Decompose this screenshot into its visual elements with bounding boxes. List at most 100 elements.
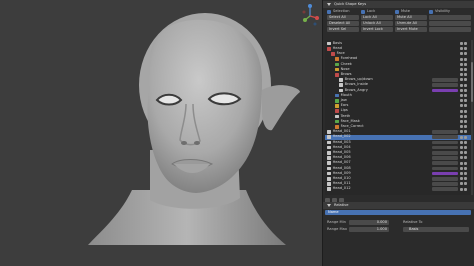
visibility-icon[interactable] [464,151,467,155]
shape-key-row[interactable]: Head_012 [325,187,471,192]
lock-icon[interactable] [460,88,463,92]
shape-key-value-slider[interactable] [432,176,458,181]
visibility-button-2[interactable] [429,21,471,26]
visibility-icon[interactable] [464,68,467,72]
visibility-icon[interactable] [464,47,467,51]
visibility-icon[interactable] [464,130,467,134]
invert-selection-button[interactable]: Invert Sel [327,27,359,32]
lock-icon[interactable] [460,177,463,181]
lock-icon[interactable] [460,156,463,160]
visibility-icon[interactable] [464,182,467,186]
shape-key-value-slider[interactable] [432,135,458,139]
visibility-icon[interactable] [464,99,467,103]
visibility-icon[interactable] [464,146,467,150]
visibility-icon[interactable] [464,88,467,92]
shape-key-value-slider[interactable] [432,83,458,87]
lock-icon[interactable] [460,166,463,170]
shape-key-value-slider[interactable] [432,140,458,145]
shape-key-value-slider[interactable] [432,150,458,155]
name-field[interactable]: Name [325,210,471,215]
lock-icon[interactable] [460,83,463,87]
lock-icon[interactable] [460,78,463,82]
lock-icon[interactable] [460,47,463,51]
shape-key-value-slider[interactable] [432,88,458,93]
lock-all-button[interactable]: Lock All [361,15,393,20]
relative-section-header[interactable]: Relative [323,202,474,209]
lock-icon[interactable] [460,182,463,186]
unmute-all-button[interactable]: Unmute All [395,21,427,26]
visibility-icon[interactable] [464,104,467,108]
visibility-icon[interactable] [464,109,467,113]
visibility-icon[interactable] [464,42,467,46]
visibility-icon[interactable] [464,52,467,56]
shape-key-value-slider[interactable] [432,145,458,150]
gizmo-axes-icon[interactable] [300,4,320,28]
lock-icon[interactable] [460,42,463,46]
visibility-icon[interactable] [464,120,467,124]
visibility-button-3[interactable] [429,27,471,32]
shape-key-list[interactable]: Basis Head Face Forehead Cheek Nose Brows Brows… [325,40,471,195]
shape-key-value-slider[interactable] [432,130,458,134]
shape-key-value-slider[interactable] [432,78,458,82]
deselect-all-button[interactable]: Deselect All [327,21,359,26]
lock-icon[interactable] [460,187,463,191]
lock-icon[interactable] [460,120,463,124]
lock-icon[interactable] [460,161,463,165]
lock-icon[interactable] [460,125,463,129]
shape-key-value-slider[interactable] [432,187,458,191]
lock-icon[interactable] [460,94,463,98]
visibility-icon[interactable] [464,83,467,87]
shape-key-value-slider[interactable] [432,182,458,186]
visibility-button-1[interactable] [429,15,471,20]
lock-icon[interactable] [460,146,463,150]
visibility-icon[interactable] [464,166,467,170]
lock-icon[interactable] [460,73,463,77]
visibility-icon[interactable] [464,78,467,82]
visibility-icon[interactable] [464,114,467,118]
select-all-button[interactable]: Select All [327,15,359,20]
range-min-field[interactable]: 0.000 [349,220,389,225]
lock-icon[interactable] [361,9,365,14]
scrollbar[interactable] [471,40,473,195]
lock-icon[interactable] [460,135,463,139]
panel-header[interactable]: Quick Shape Keys [323,1,474,8]
visibility-icon[interactable] [464,177,467,181]
mute-all-button[interactable]: Mute All [395,15,427,20]
shape-key-value-slider[interactable] [432,161,458,165]
shape-key-value-slider[interactable] [432,171,458,176]
lock-icon[interactable] [460,172,463,176]
visibility-icon[interactable] [464,73,467,77]
lock-icon[interactable] [460,68,463,72]
visibility-icon[interactable] [429,9,433,14]
shape-key-value-slider[interactable] [432,156,458,160]
visibility-icon[interactable] [464,140,467,144]
visibility-icon[interactable] [464,135,467,139]
lock-icon[interactable] [460,62,463,66]
range-max-field[interactable]: 1.000 [349,227,389,232]
lock-icon[interactable] [460,99,463,103]
checkbox[interactable] [327,9,331,14]
lock-icon[interactable] [460,151,463,155]
lock-icon[interactable] [460,52,463,56]
scrollbar-thumb[interactable] [471,62,473,102]
visibility-icon[interactable] [464,94,467,98]
lock-icon[interactable] [460,109,463,113]
unlock-all-button[interactable]: Unlock All [361,21,393,26]
invert-mute-button[interactable]: Invert Mute [395,27,427,32]
visibility-icon[interactable] [464,57,467,61]
visibility-icon[interactable] [464,156,467,160]
mute-icon[interactable] [395,9,399,14]
lock-icon[interactable] [460,57,463,61]
lock-icon[interactable] [460,140,463,144]
visibility-icon[interactable] [464,62,467,66]
lock-icon[interactable] [460,104,463,108]
3d-viewport[interactable] [0,0,322,266]
lock-icon[interactable] [460,130,463,134]
visibility-icon[interactable] [464,125,467,129]
visibility-icon[interactable] [464,187,467,191]
visibility-icon[interactable] [464,161,467,165]
relative-key-field[interactable]: Basis [403,227,469,232]
lock-icon[interactable] [460,114,463,118]
shape-key-value-slider[interactable] [432,166,458,171]
visibility-icon[interactable] [464,172,467,176]
